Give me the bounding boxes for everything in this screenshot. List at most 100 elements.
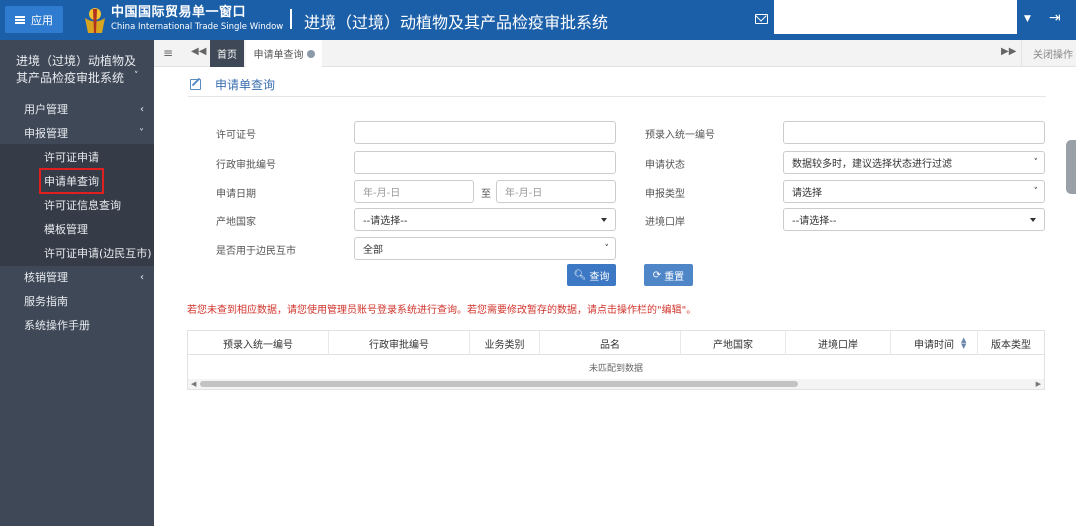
tab-scroll-left-icon[interactable]: ◀◀ (191, 46, 206, 57)
sidebar-sub-label: 许可证信息查询 (44, 199, 121, 212)
date-from-placeholder: 年-月-日 (363, 188, 401, 199)
pre-entry-no-label: 预录入统一编号 (645, 130, 715, 141)
tab-query-label: 申请单查询 (253, 50, 304, 61)
chevron-down-icon: ˅ (1033, 157, 1039, 168)
sidebar: 进境（过境）动植物及其产品检疫审批系统 ˅ 用户管理 ‹ 申报管理 ˅ 许可证申… (0, 40, 154, 526)
pre-entry-no-input[interactable] (783, 121, 1045, 144)
mail-icon[interactable] (755, 14, 768, 24)
column-header[interactable]: 产地国家 (681, 331, 786, 355)
sidebar-item-label: 系统操作手册 (24, 319, 90, 332)
column-header[interactable]: 业务类别 (470, 331, 540, 355)
refresh-icon: ⟳ (652, 269, 662, 281)
apply-status-select[interactable]: 数据较多时，建议选择状态进行过滤 ˅ (783, 151, 1045, 174)
scroll-right-icon[interactable]: ▶ (1036, 380, 1041, 388)
toggle-sidebar-icon[interactable]: ≡ (163, 46, 173, 60)
empty-table-row: 未匹配到数据 (588, 363, 643, 374)
sidebar-sub-permit-border[interactable]: 许可证申请(边民互市) (0, 242, 154, 264)
sidebar-submenu: 许可证申请 申请单查询 许可证信息查询 模板管理 许可证申请(边民互市) (0, 144, 154, 266)
origin-country-select[interactable]: --请选择-- (354, 208, 616, 231)
horizontal-scrollbar[interactable]: ◀ ▶ (188, 379, 1044, 389)
logout-icon[interactable]: ⇥ (1049, 10, 1061, 26)
entry-port-select[interactable]: --请选择-- (783, 208, 1045, 231)
chevron-down-icon: ˅ (604, 243, 610, 254)
brand-cn: 中国国际贸易单一窗口 (111, 5, 247, 20)
app-button-label: 应用 (31, 13, 53, 27)
scroll-left-icon[interactable]: ◀ (191, 380, 196, 388)
chevron-down-icon[interactable]: ˅ (134, 71, 139, 81)
admin-no-input[interactable] (354, 151, 616, 174)
side-panel-handle[interactable] (1066, 140, 1076, 194)
chevron-left-icon: ‹ (140, 271, 144, 283)
sidebar-item-user-mgmt[interactable]: 用户管理 ‹ (0, 98, 154, 120)
column-header[interactable]: 预录入统一编号 (188, 331, 329, 355)
column-header[interactable]: 行政审批编号 (329, 331, 470, 355)
sidebar-item-manual[interactable]: 系统操作手册 (0, 314, 154, 336)
title-divider (188, 96, 1046, 97)
date-to-placeholder: 年-月-日 (505, 188, 543, 199)
sort-icon[interactable]: ▲ ▼ (961, 337, 966, 350)
user-info-box[interactable] (774, 0, 1017, 34)
tab-bar: ≡ ◀◀ 首页 申请单查询 ▶▶ 关闭操作 (154, 40, 1076, 67)
sidebar-sub-label: 申请单查询 (39, 168, 104, 194)
tab-scroll-right-icon[interactable]: ▶▶ (1001, 46, 1016, 57)
search-button[interactable]: 🔍︎ 查询 (567, 264, 616, 286)
notice-text: 若您未查到相应数据，请您使用管理员账号登录系统进行查询。若您需要修改暂存的数据，… (187, 305, 697, 316)
apply-status-label: 申请状态 (645, 160, 685, 171)
tab-home-label: 首页 (217, 50, 237, 61)
column-header[interactable]: 品名 (540, 331, 681, 355)
brand-en: China International Trade Single Window (111, 22, 284, 32)
apply-date-to-input[interactable]: 年-月-日 (496, 180, 616, 203)
sidebar-item-label: 用户管理 (24, 103, 68, 116)
origin-country-value: --请选择-- (363, 216, 408, 227)
sidebar-item-verify-mgmt[interactable]: 核销管理 ‹ (0, 266, 154, 288)
apply-date-from-input[interactable]: 年-月-日 (354, 180, 474, 203)
table-header: 预录入统一编号 行政审批编号 业务类别 品名 产地国家 进境口岸 申请时间 版本… (188, 331, 1044, 355)
close-operations-button[interactable]: 关闭操作 (1021, 40, 1076, 67)
header-divider (290, 9, 292, 29)
apply-status-value: 数据较多时，建议选择状态进行过滤 (792, 159, 952, 170)
permit-no-label: 许可证号 (216, 130, 256, 141)
page-title: 申请单查询 (190, 76, 275, 93)
top-header: 应用 中国国际贸易单一窗口 China International Trade … (0, 0, 1076, 40)
chevron-left-icon: ‹ (140, 103, 144, 115)
border-trade-value: 全部 (363, 245, 383, 256)
permit-no-input[interactable] (354, 121, 616, 144)
sidebar-sub-label: 模板管理 (44, 223, 88, 236)
reset-button[interactable]: ⟳ 重置 (644, 264, 693, 286)
sidebar-sub-label: 许可证申请(边民互市) (44, 247, 152, 260)
close-tab-icon[interactable] (306, 49, 315, 58)
sidebar-item-declare-mgmt[interactable]: 申报管理 ˅ (0, 122, 154, 144)
chevron-down-icon: ˅ (139, 127, 144, 139)
brand: 中国国际贸易单一窗口 China International Trade Sin… (111, 6, 283, 32)
declare-type-select[interactable]: 请选择 ˅ (783, 180, 1045, 203)
caret-down-icon (1030, 218, 1036, 222)
border-trade-select[interactable]: 全部 ˅ (354, 237, 616, 260)
search-button-label: 查询 (589, 271, 610, 283)
single-window-logo-icon (85, 8, 105, 33)
sidebar-sub-template[interactable]: 模板管理 (0, 218, 154, 240)
page-title-text: 申请单查询 (215, 78, 276, 92)
close-operations-label: 关闭操作 (1033, 50, 1073, 61)
apply-date-label: 申请日期 (216, 189, 256, 200)
results-table: 预录入统一编号 行政审批编号 业务类别 品名 产地国家 进境口岸 申请时间 版本… (187, 330, 1045, 390)
sidebar-item-label: 申报管理 (24, 127, 68, 140)
tab-apply-query[interactable]: 申请单查询 (246, 40, 322, 67)
column-header[interactable]: 版本类型 (978, 331, 1044, 355)
sidebar-item-service-guide[interactable]: 服务指南 (0, 290, 154, 312)
scrollbar-thumb[interactable] (200, 381, 798, 387)
sidebar-sub-permit-apply[interactable]: 许可证申请 (0, 146, 154, 168)
chevron-down-icon: ˅ (1033, 186, 1039, 197)
declare-type-label: 申报类型 (645, 189, 685, 200)
declare-type-value: 请选择 (792, 188, 822, 199)
entry-port-value: --请选择-- (792, 216, 837, 227)
column-header[interactable]: 进境口岸 (786, 331, 891, 355)
reset-button-label: 重置 (664, 271, 685, 283)
sidebar-sub-apply-query[interactable]: 申请单查询 (0, 168, 154, 194)
sidebar-sub-permit-info[interactable]: 许可证信息查询 (0, 194, 154, 216)
sidebar-sub-label: 许可证申请 (44, 151, 99, 164)
tab-home[interactable]: 首页 (210, 40, 244, 67)
sidebar-system-name[interactable]: 进境（过境）动植物及其产品检疫审批系统 (16, 53, 136, 87)
user-dropdown-caret-icon[interactable]: ▼ (1024, 14, 1031, 24)
sidebar-item-label: 核销管理 (24, 271, 68, 284)
app-menu-button[interactable]: 应用 (5, 6, 63, 33)
